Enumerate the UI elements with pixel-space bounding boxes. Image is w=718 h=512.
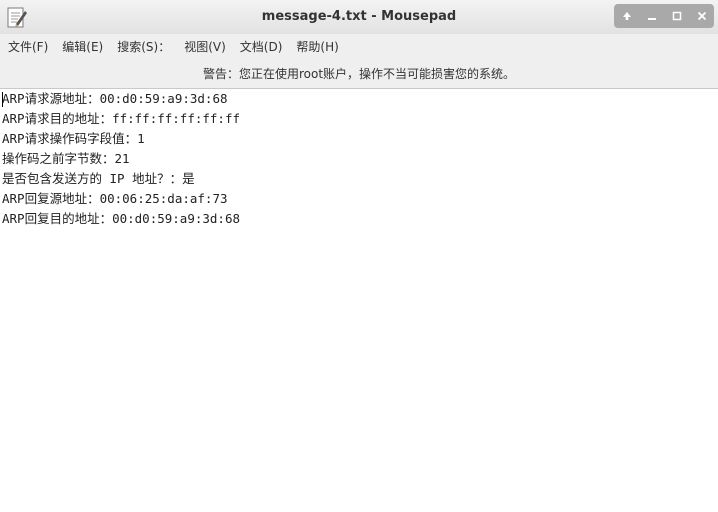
menu-search[interactable]: 搜索(S)：: [111, 34, 176, 60]
menu-file[interactable]: 文件(F): [2, 34, 54, 60]
editor-line[interactable]: 是否包含发送方的 IP 地址？：是: [0, 169, 718, 189]
menu-edit[interactable]: 编辑(E): [56, 34, 109, 60]
minimize-icon[interactable]: [643, 7, 661, 25]
mousepad-window: message-4.txt - Mousepad 文件(F) 编辑(E) 搜索(…: [0, 0, 718, 512]
editor-line[interactable]: ARP请求操作码字段值：1: [0, 129, 718, 149]
keep-above-icon[interactable]: [618, 7, 636, 25]
text-editor-area[interactable]: ARP请求源地址：00:d0:59:a9:3d:68 ARP请求目的地址：ff:…: [0, 89, 718, 512]
editor-line[interactable]: ARP回复源地址：00:06:25:da:af:73: [0, 189, 718, 209]
maximize-icon[interactable]: [668, 7, 686, 25]
editor-line[interactable]: ARP回复目的地址：00:d0:59:a9:3d:68: [0, 209, 718, 229]
window-controls: [614, 4, 714, 28]
menu-help[interactable]: 帮助(H): [290, 34, 344, 60]
menu-document[interactable]: 文档(D): [234, 34, 289, 60]
root-warning-bar: 警告：您正在使用root账户，操作不当可能损害您的系统。: [0, 60, 718, 89]
menu-bar: 文件(F) 编辑(E) 搜索(S)： 视图(V) 文档(D) 帮助(H): [0, 34, 718, 60]
menu-view[interactable]: 视图(V): [178, 34, 232, 60]
window-title: message-4.txt - Mousepad: [261, 9, 457, 24]
text-caret: [2, 92, 3, 107]
editor-line[interactable]: ARP请求目的地址：ff:ff:ff:ff:ff:ff: [0, 109, 718, 129]
close-icon[interactable]: [693, 7, 711, 25]
editor-line[interactable]: 操作码之前字节数：21: [0, 149, 718, 169]
title-bar[interactable]: message-4.txt - Mousepad: [0, 0, 718, 35]
editor-line[interactable]: ARP请求源地址：00:d0:59:a9:3d:68: [0, 89, 718, 109]
